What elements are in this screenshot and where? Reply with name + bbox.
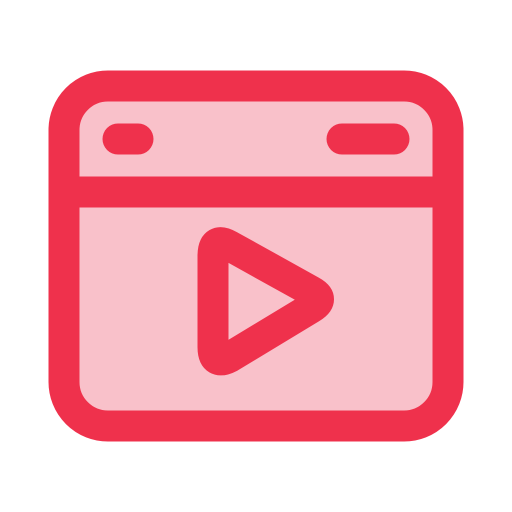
icon-canvas (0, 0, 512, 512)
video-player-window-icon (48, 70, 464, 442)
